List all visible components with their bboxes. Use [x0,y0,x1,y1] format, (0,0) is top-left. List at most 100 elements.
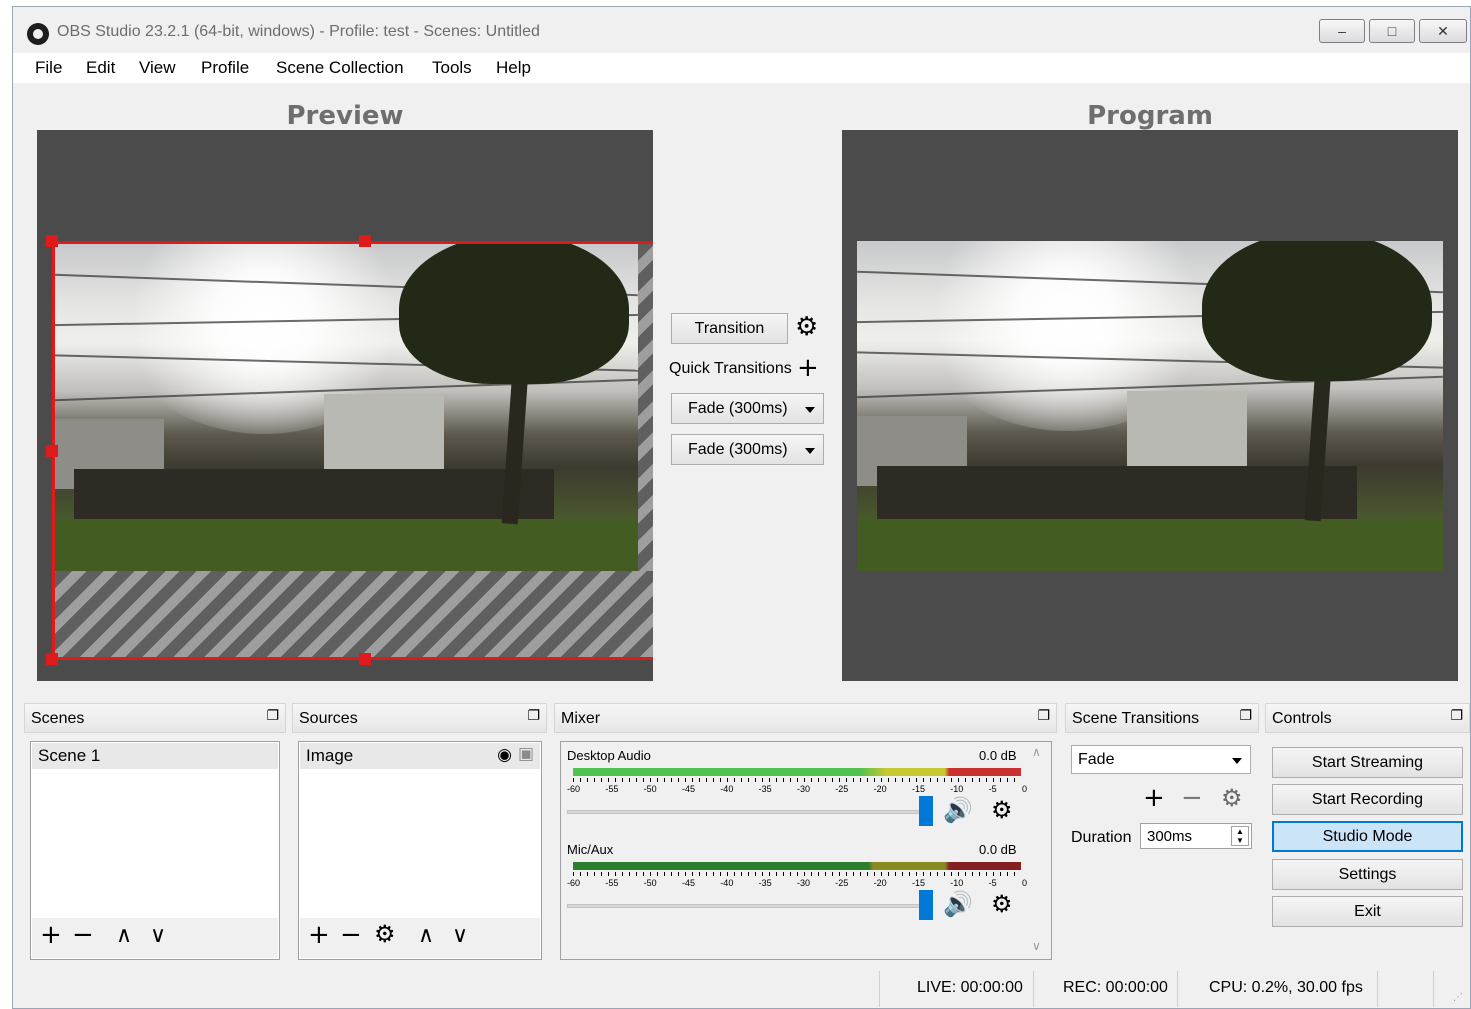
source-selection-box[interactable] [52,241,653,660]
duration-label: Duration [1071,829,1132,846]
chevron-down-icon [1232,757,1242,764]
settings-button[interactable]: Settings [1272,859,1463,890]
channel-settings-gear-icon[interactable]: ⚙ [991,798,1013,822]
preview-canvas[interactable] [37,130,653,681]
minimize-icon: ‒ [1338,23,1346,39]
transition-button[interactable]: Transition [671,313,788,344]
menu-help[interactable]: Help [496,58,531,78]
scene-transitions-header: Scene Transitions ❐ [1065,703,1259,733]
menu-file[interactable]: File [35,58,62,78]
volume-slider[interactable] [567,810,927,814]
add-quick-transition-icon[interactable]: + [797,355,819,381]
resize-grip-icon[interactable]: ⋰ [1453,993,1463,1003]
menu-scene-collection[interactable]: Scene Collection [276,58,404,78]
resize-handle-left[interactable] [46,445,58,457]
volume-slider-handle[interactable] [919,796,933,826]
scene-item[interactable]: Scene 1 [32,743,278,769]
remove-source-icon[interactable]: − [340,922,362,948]
scenes-toolbar: + − ∧ ∨ [32,918,278,958]
source-properties-gear-icon[interactable]: ⚙ [374,922,396,946]
channel-name: Mic/Aux [567,842,614,857]
scenes-header: Scenes ❐ [24,703,286,733]
scenes-dock: Scenes ❐ Scene 1 + − ∧ ∨ [24,703,286,965]
preview-title: Preview [286,101,404,131]
undock-icon[interactable]: ❐ [266,708,279,724]
controls-title: Controls [1272,710,1332,727]
live-status: LIVE: 00:00:00 [917,979,1023,996]
meter-scale: -60 -55 -50 -45 -40 -35 -30 -25 -20 -15 -10 -5 0 [567,878,1027,888]
sources-list[interactable]: Image ◉ ▣ + − ⚙ ∧ ∨ [298,741,542,960]
scenes-title: Scenes [31,710,85,727]
window-title: OBS Studio 23.2.1 (64-bit, windows) - Pr… [57,23,540,40]
transition-properties-gear-icon[interactable]: ⚙ [1221,786,1243,810]
minimize-button[interactable]: ‒ [1319,19,1365,43]
sources-header: Sources ❐ [292,703,547,733]
audio-meter [573,862,1021,870]
quick-transition-1[interactable]: Fade (300ms) [671,393,824,424]
menu-tools[interactable]: Tools [432,58,472,78]
menu-edit[interactable]: Edit [86,58,115,78]
move-up-icon[interactable]: ∧ [418,925,434,947]
sources-title: Sources [299,710,358,727]
resize-handle-bottom[interactable] [359,653,371,665]
spin-arrows-icon[interactable]: ▲ ▼ [1231,826,1249,846]
channel-settings-gear-icon[interactable]: ⚙ [991,892,1013,916]
remove-transition-icon[interactable]: − [1181,785,1203,811]
exit-button[interactable]: Exit [1272,896,1463,927]
restore-icon: □ [1387,23,1397,39]
volume-slider-handle[interactable] [919,890,933,920]
title-bar: OBS Studio 23.2.1 (64-bit, windows) - Pr… [13,7,1470,53]
add-scene-icon[interactable]: + [40,922,62,948]
controls-header: Controls ❐ [1265,703,1470,733]
obs-logo-icon [27,23,49,45]
source-item[interactable]: Image ◉ ▣ [300,743,540,769]
scroll-up-icon[interactable]: ∧ [1032,746,1041,758]
speaker-icon[interactable]: 🔊 [943,892,973,916]
start-recording-button[interactable]: Start Recording [1272,784,1463,815]
resize-handle-top[interactable] [359,235,371,247]
remove-scene-icon[interactable]: − [72,922,94,948]
menu-view[interactable]: View [139,58,176,78]
move-down-icon[interactable]: ∨ [452,925,468,947]
close-button[interactable]: ✕ [1419,19,1467,43]
program-title: Program [1087,101,1213,131]
add-transition-icon[interactable]: + [1143,785,1165,811]
lock-icon[interactable]: ▣ [518,744,534,764]
undock-icon[interactable]: ❐ [1239,708,1252,724]
start-streaming-button[interactable]: Start Streaming [1272,747,1463,778]
duration-input[interactable]: 300ms ▲ ▼ [1140,823,1252,849]
studio-mode-button[interactable]: Studio Mode [1272,821,1463,852]
scene-transitions-dock: Scene Transitions ❐ Fade + − ⚙ Duration … [1065,703,1259,965]
transition-settings-gear-icon[interactable]: ⚙ [795,314,818,340]
quick-transition-2-label: Fade (300ms) [688,440,788,458]
program-image [857,241,1443,571]
visibility-eye-icon[interactable]: ◉ [497,745,512,765]
duration-value: 300ms [1147,828,1193,845]
restore-button[interactable]: □ [1369,19,1415,43]
chevron-down-icon [805,447,815,454]
channel-db: 0.0 dB [979,748,1017,763]
resize-handle-top-left[interactable] [46,235,58,247]
sources-toolbar: + − ⚙ ∧ ∨ [300,918,540,958]
add-source-icon[interactable]: + [308,922,330,948]
scenes-list[interactable]: Scene 1 + − ∧ ∨ [30,741,280,960]
menu-profile[interactable]: Profile [201,58,249,78]
sources-dock: Sources ❐ Image ◉ ▣ + − ⚙ ∧ ∨ [292,703,547,965]
scroll-down-icon[interactable]: ∨ [1032,940,1041,952]
resize-handle-bottom-left[interactable] [46,653,58,665]
move-up-icon[interactable]: ∧ [116,925,132,947]
rec-status: REC: 00:00:00 [1063,979,1168,996]
mixer-title: Mixer [561,710,601,727]
volume-slider[interactable] [567,904,927,908]
undock-icon[interactable]: ❐ [1450,708,1463,724]
scene-transitions-title: Scene Transitions [1072,710,1200,727]
mixer-header: Mixer ❐ [554,703,1057,733]
source-item-label: Image [306,746,354,765]
undock-icon[interactable]: ❐ [527,708,540,724]
mixer-dock: Mixer ❐ Desktop Audio 0.0 dB -60 -55 -50 -4… [554,703,1057,965]
quick-transition-2[interactable]: Fade (300ms) [671,434,824,465]
speaker-icon[interactable]: 🔊 [943,798,973,822]
transition-select[interactable]: Fade [1071,745,1251,774]
undock-icon[interactable]: ❐ [1037,708,1050,724]
move-down-icon[interactable]: ∨ [150,925,166,947]
